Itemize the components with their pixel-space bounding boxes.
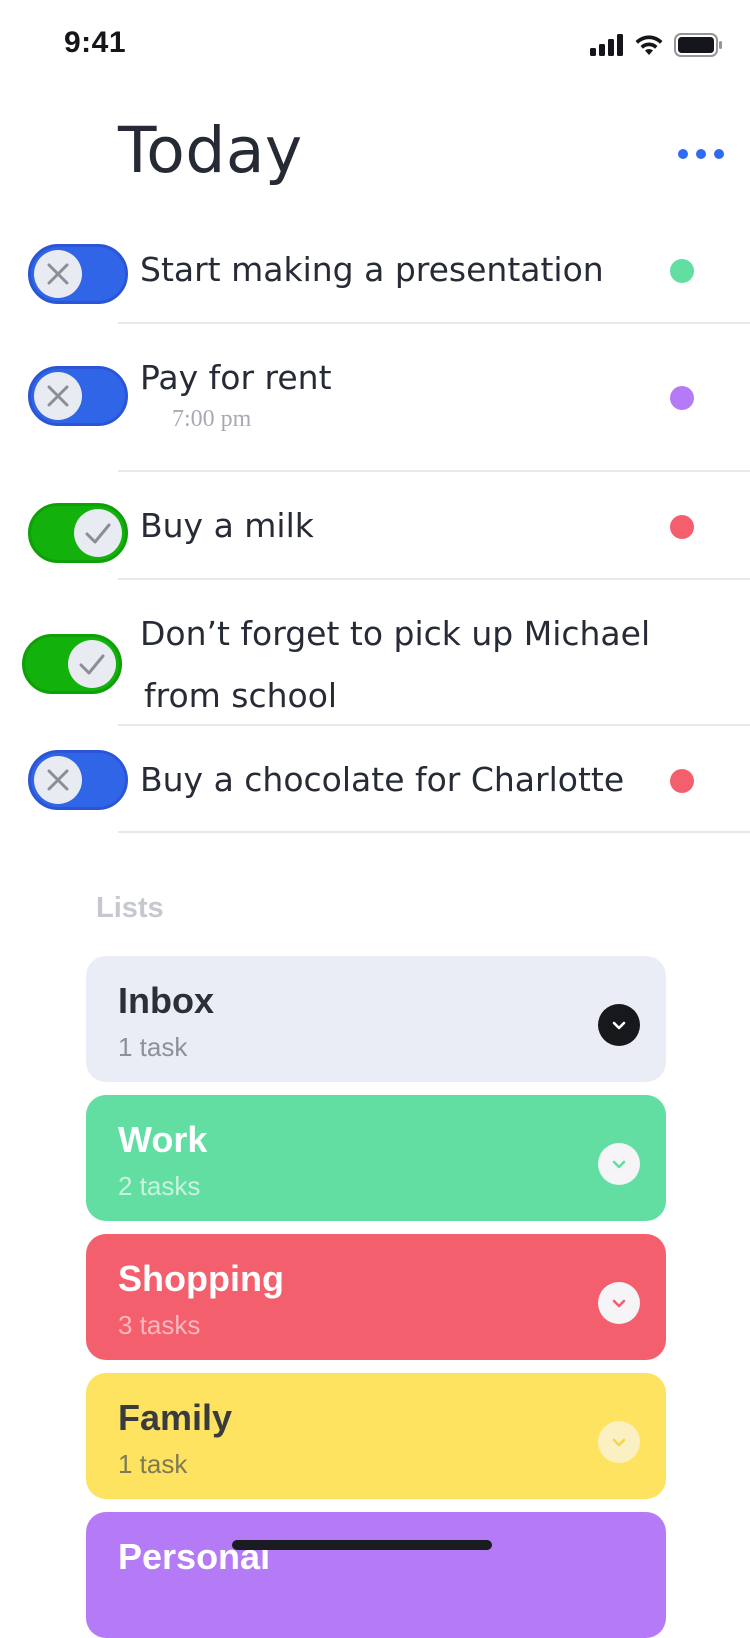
home-indicator bbox=[232, 1540, 492, 1550]
task-toggle[interactable] bbox=[22, 634, 122, 694]
toggle-knob bbox=[74, 509, 122, 557]
task-title: Buy a milk bbox=[140, 506, 314, 545]
task-color-dot bbox=[670, 386, 694, 410]
task-toggle[interactable] bbox=[28, 750, 128, 810]
lists-heading: Lists bbox=[96, 892, 164, 924]
task-toggle[interactable] bbox=[28, 244, 128, 304]
task-title-line-2: from school bbox=[144, 676, 338, 715]
divider bbox=[118, 724, 750, 726]
list-count: 1 task bbox=[118, 1032, 188, 1062]
list-count: 1 task bbox=[118, 1449, 188, 1479]
task-title: Pay for rent bbox=[140, 358, 332, 397]
check-icon bbox=[79, 654, 105, 675]
list-card-shopping[interactable]: Shopping 3 tasks bbox=[86, 1234, 666, 1360]
more-options-button[interactable] bbox=[678, 142, 724, 166]
status-icons bbox=[590, 30, 722, 60]
battery-icon bbox=[674, 33, 722, 57]
chevron-down-icon[interactable] bbox=[598, 1143, 640, 1185]
toggle-knob bbox=[34, 756, 82, 804]
task-toggle[interactable] bbox=[28, 366, 128, 426]
close-icon bbox=[47, 385, 69, 407]
task-time: 7:00 pm bbox=[172, 406, 252, 432]
divider bbox=[118, 470, 750, 472]
chevron-down-icon[interactable] bbox=[598, 1004, 640, 1046]
toggle-knob bbox=[34, 250, 82, 298]
close-icon bbox=[47, 769, 69, 791]
check-icon bbox=[85, 523, 111, 544]
task-color-dot bbox=[670, 515, 694, 539]
list-card-family[interactable]: Family 1 task bbox=[86, 1373, 666, 1499]
more-dot bbox=[714, 149, 724, 159]
task-color-dot bbox=[670, 259, 694, 283]
toggle-knob bbox=[34, 372, 82, 420]
list-card-inbox[interactable]: Inbox 1 task bbox=[86, 956, 666, 1082]
list-count: 2 tasks bbox=[118, 1171, 201, 1201]
task-title: Start making a presentation bbox=[140, 250, 604, 289]
list-card-work[interactable]: Work 2 tasks bbox=[86, 1095, 666, 1221]
list-name: Shopping bbox=[118, 1258, 284, 1299]
task-color-dot bbox=[670, 769, 694, 793]
status-time: 9:41 bbox=[64, 26, 127, 59]
more-dots-icon bbox=[678, 149, 688, 159]
page-title: Today bbox=[118, 114, 303, 187]
divider bbox=[118, 578, 750, 580]
more-dot bbox=[696, 149, 706, 159]
list-name: Work bbox=[118, 1119, 208, 1160]
task-toggle[interactable] bbox=[28, 503, 128, 563]
chevron-down-icon[interactable] bbox=[598, 1282, 640, 1324]
task-title-line-1: Don’t forget to pick up Michael bbox=[140, 614, 651, 653]
signal-icon bbox=[590, 34, 623, 56]
wifi-icon bbox=[635, 35, 663, 55]
chevron-down-icon[interactable] bbox=[598, 1421, 640, 1463]
list-count: 3 tasks bbox=[118, 1310, 201, 1340]
divider bbox=[118, 322, 750, 324]
list-card-personal[interactable]: Personal bbox=[86, 1512, 666, 1638]
list-name: Inbox bbox=[118, 980, 214, 1021]
task-title: Buy a chocolate for Charlotte bbox=[140, 760, 625, 799]
toggle-knob bbox=[68, 640, 116, 688]
close-icon bbox=[47, 263, 69, 285]
divider bbox=[118, 831, 750, 833]
list-name: Family bbox=[118, 1397, 233, 1438]
